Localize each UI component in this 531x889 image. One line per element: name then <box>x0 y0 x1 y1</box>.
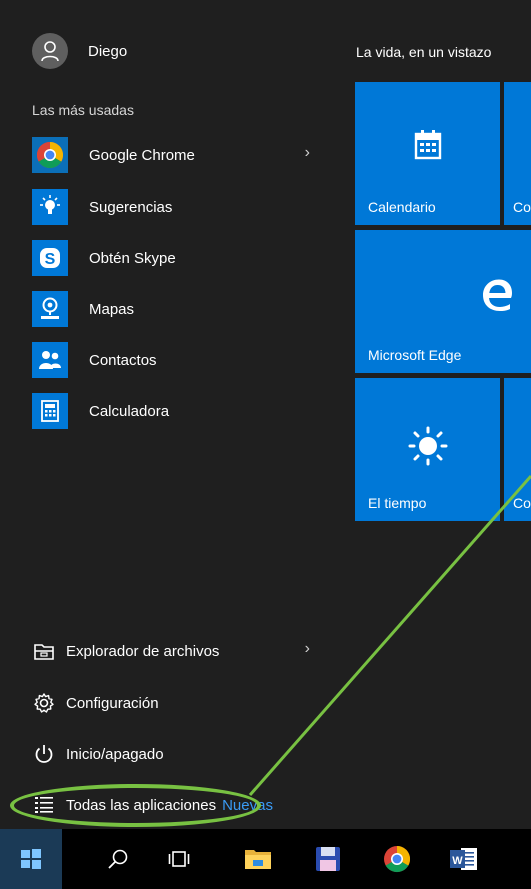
windows-start-button[interactable] <box>0 829 62 889</box>
app-label: Sugerencias <box>89 198 173 216</box>
tile-mail[interactable]: Co <box>504 82 531 225</box>
word-taskbar-button[interactable]: W <box>440 829 488 889</box>
sun-icon <box>355 426 500 466</box>
file-explorer-label: Explorador de archivos <box>66 642 220 660</box>
tile-group-title: La vida, en un vistazo <box>356 44 492 60</box>
all-apps-label: Todas las aplicaciones <box>66 796 217 814</box>
svg-text:S: S <box>45 251 56 268</box>
app-calculadora[interactable]: Calculadora <box>32 389 332 433</box>
search-button[interactable] <box>94 829 142 889</box>
power-item[interactable]: Inicio/apagado <box>32 734 332 774</box>
tile-label: Co <box>513 199 531 215</box>
tile-label: Co <box>513 495 531 511</box>
people-icon <box>32 342 68 378</box>
user-avatar-icon <box>32 33 68 69</box>
save-app-button[interactable] <box>304 829 352 889</box>
power-icon <box>32 742 56 766</box>
tile-calendario[interactable]: Calendario <box>355 82 500 225</box>
tile-el-tiempo[interactable]: El tiempo <box>355 378 500 521</box>
new-badge: Nuevas <box>222 796 273 814</box>
calendar-icon <box>355 129 500 161</box>
settings-item[interactable]: Configuración <box>32 683 332 723</box>
calculator-icon <box>32 393 68 429</box>
windows-start-icon <box>21 849 41 869</box>
edge-icon <box>481 278 515 317</box>
app-contactos[interactable]: Contactos <box>32 338 332 382</box>
most-used-title: Las más usadas <box>32 102 134 118</box>
chevron-right-icon[interactable]: › <box>305 144 310 162</box>
word-icon: W <box>450 848 477 870</box>
app-google-chrome[interactable]: Google Chrome › <box>32 133 332 177</box>
app-label: Contactos <box>89 351 157 369</box>
tile-other[interactable]: Co <box>504 378 531 521</box>
file-explorer-item[interactable]: Explorador de archivos › <box>32 631 332 671</box>
search-icon <box>108 849 128 869</box>
task-view-button[interactable] <box>155 829 203 889</box>
file-explorer-taskbar-button[interactable] <box>234 829 282 889</box>
file-explorer-icon <box>245 850 271 869</box>
map-pin-icon <box>32 291 68 327</box>
app-sugerencias[interactable]: Sugerencias <box>32 185 332 229</box>
tile-microsoft-edge[interactable]: Microsoft Edge <box>355 230 531 373</box>
power-label: Inicio/apagado <box>66 745 164 763</box>
app-label: Google Chrome <box>89 146 195 164</box>
taskbar: W <box>0 829 531 889</box>
app-label: Calculadora <box>89 402 170 420</box>
save-disk-icon <box>316 847 340 871</box>
app-skype[interactable]: S Obtén Skype <box>32 236 332 280</box>
chrome-icon <box>32 137 68 173</box>
chrome-icon <box>384 845 411 873</box>
chrome-taskbar-button[interactable] <box>373 829 421 889</box>
all-apps-item[interactable]: Todas las aplicaciones Nuevas <box>32 785 332 825</box>
gear-icon <box>32 691 56 715</box>
skype-icon: S <box>32 240 68 276</box>
user-account[interactable]: Diego <box>32 31 127 71</box>
svg-text:W: W <box>452 855 463 867</box>
task-view-icon <box>168 851 190 867</box>
settings-label: Configuración <box>66 694 159 712</box>
list-icon <box>32 793 56 817</box>
user-name: Diego <box>88 42 128 60</box>
app-label: Obtén Skype <box>89 249 176 267</box>
lightbulb-icon <box>32 189 68 225</box>
tile-label: Microsoft Edge <box>368 347 462 363</box>
folder-icon <box>32 639 56 663</box>
tile-label: El tiempo <box>368 495 427 511</box>
app-mapas[interactable]: Mapas <box>32 287 332 331</box>
app-label: Mapas <box>89 300 135 318</box>
start-menu: Diego Las más usadas Google Chrome › Sug… <box>0 0 531 829</box>
tile-label: Calendario <box>368 199 436 215</box>
chevron-right-icon[interactable]: › <box>305 640 310 658</box>
